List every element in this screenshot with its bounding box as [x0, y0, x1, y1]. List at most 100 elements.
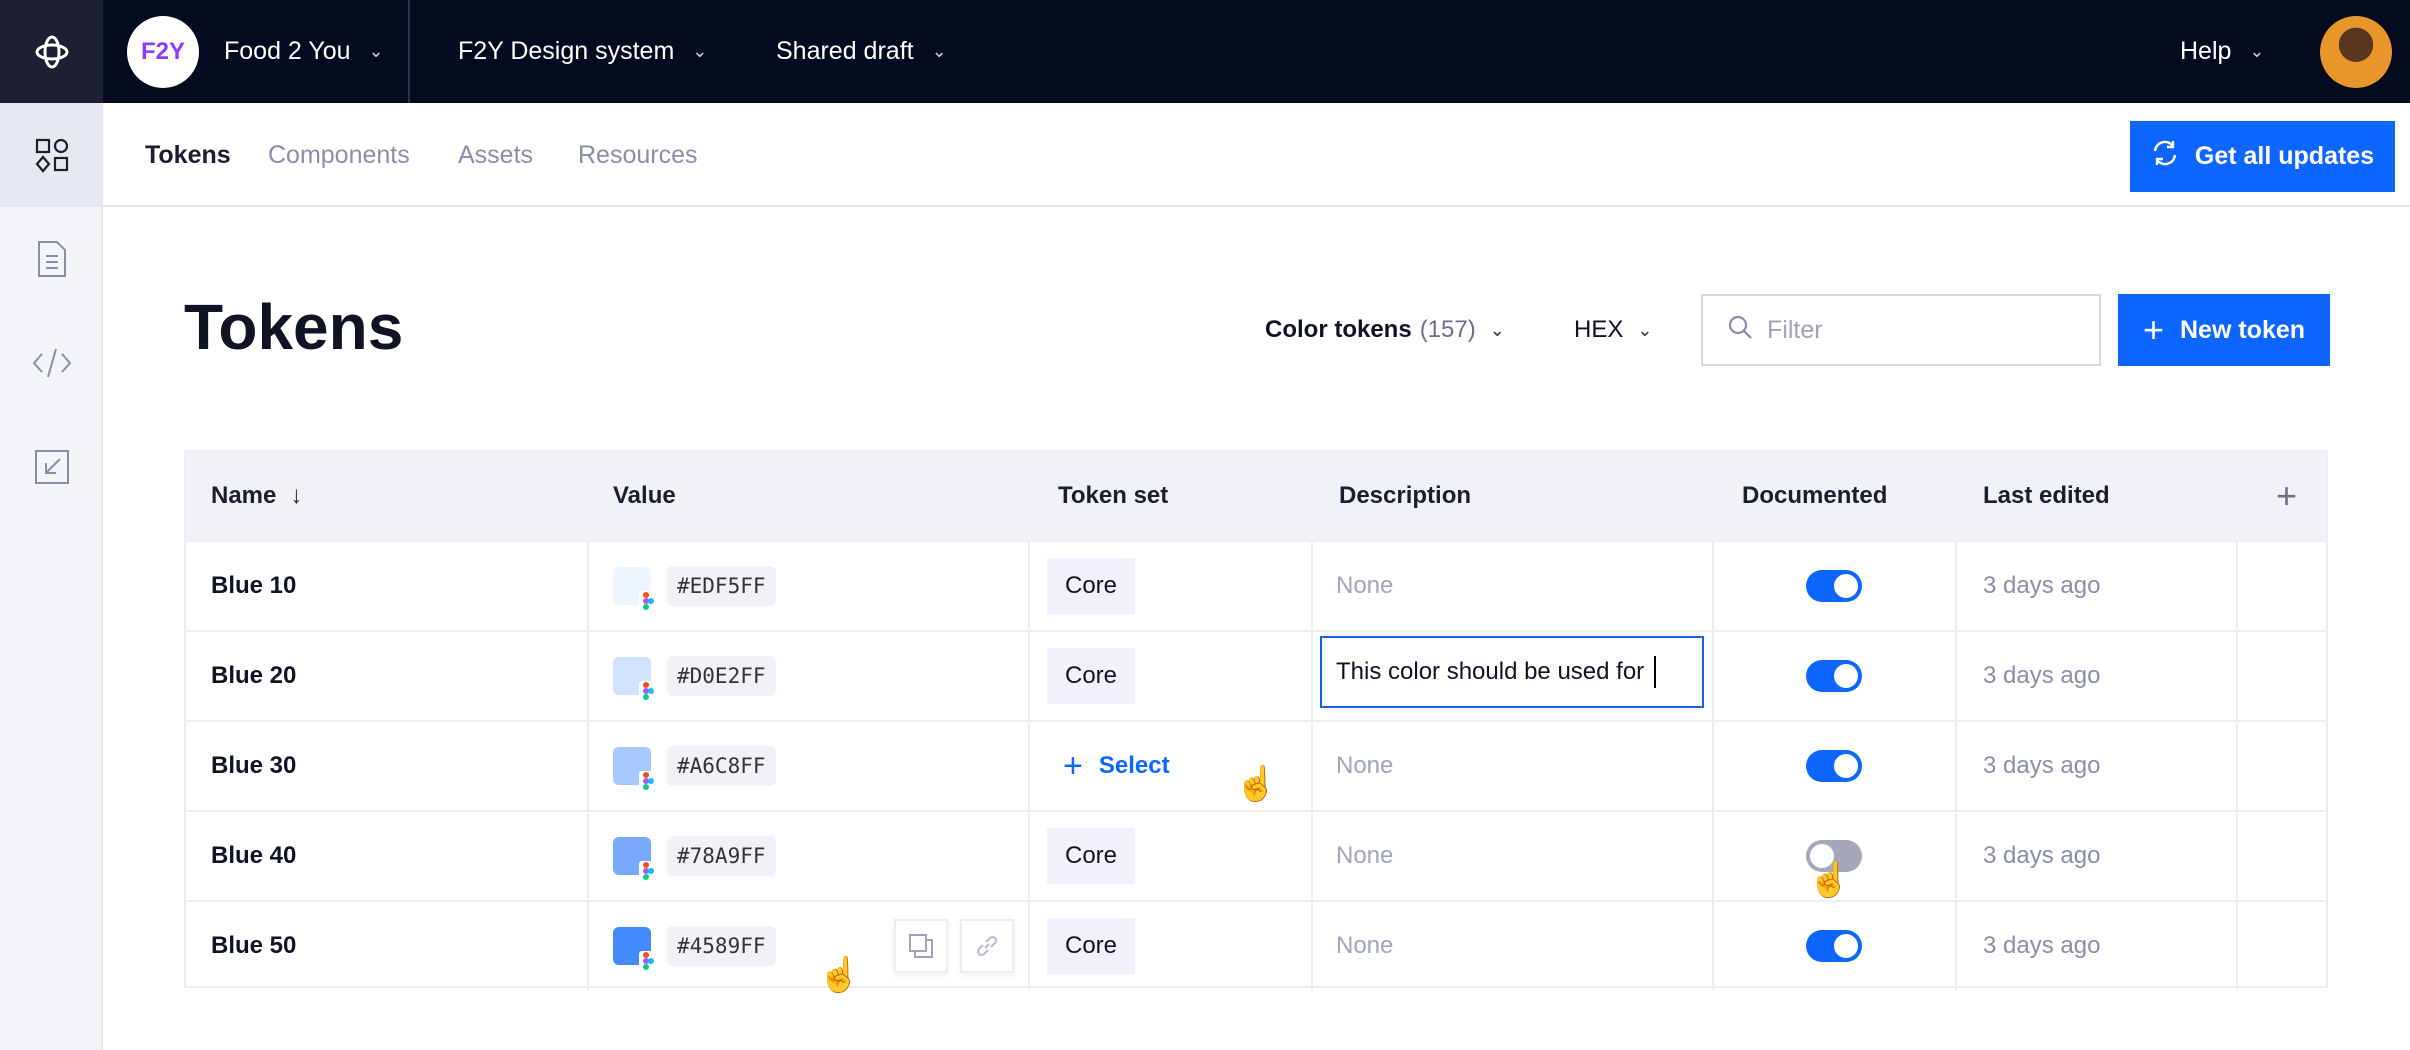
get-all-updates-label: Get all updates: [2194, 142, 2375, 170]
chevron-down-icon: ⌄: [1489, 319, 1505, 340]
token-type-label: Color tokens: [1265, 316, 1412, 343]
color-swatch: [613, 927, 654, 971]
token-name: Blue 30: [211, 752, 297, 779]
filter-input[interactable]: Filter: [1701, 294, 2101, 366]
refresh-icon: [2151, 139, 2179, 174]
add-column-plus-icon[interactable]: +: [2276, 452, 2297, 540]
figma-icon: [639, 681, 654, 701]
document-icon[interactable]: [0, 207, 103, 311]
tab-resources[interactable]: Resources: [578, 103, 698, 207]
top-bar: F2Y Food 2 You ⌄ F2Y Design system ⌄ Share…: [0, 0, 2410, 103]
hand-cursor-icon: ☝: [818, 956, 861, 994]
documented-toggle[interactable]: [1806, 750, 1862, 782]
chevron-down-icon: ⌄: [368, 41, 384, 61]
chevron-down-icon: ⌄: [1637, 319, 1653, 340]
token-set-chip[interactable]: Core: [1047, 828, 1136, 884]
token-name: Blue 20: [211, 662, 297, 689]
app-logo-icon[interactable]: [0, 0, 103, 103]
token-set-chip[interactable]: Core: [1047, 918, 1136, 974]
org-logo[interactable]: F2Y: [127, 16, 199, 88]
column-last-edited-header[interactable]: Last edited: [1983, 452, 2110, 540]
chevron-down-icon: ⌄: [2249, 41, 2265, 61]
figma-icon: [639, 591, 654, 611]
token-name: Blue 10: [211, 572, 297, 599]
description-text[interactable]: None: [1336, 542, 1393, 630]
tab-assets[interactable]: Assets: [458, 103, 533, 207]
hand-cursor-icon: ☝: [1235, 765, 1278, 803]
last-edited: 3 days ago: [1983, 572, 2101, 599]
hex-value[interactable]: #A6C8FF: [667, 746, 776, 786]
column-name-header[interactable]: Name ↓: [211, 452, 302, 540]
copy-icon[interactable]: [894, 919, 948, 973]
token-type-select[interactable]: Color tokens (157) ⌄: [1265, 294, 1505, 366]
token-set-chip[interactable]: Core: [1047, 648, 1136, 704]
new-token-button[interactable]: + New token: [2118, 294, 2330, 366]
text-caret: [1654, 656, 1657, 688]
project-switcher[interactable]: F2Y Design system ⌄: [458, 0, 707, 103]
last-edited: 3 days ago: [1983, 842, 2101, 869]
divider: [408, 0, 410, 103]
description-text[interactable]: None: [1336, 812, 1393, 900]
hex-value[interactable]: #D0E2FF: [667, 656, 776, 696]
column-label: Name: [211, 482, 277, 509]
left-rail: [0, 103, 103, 1050]
org-name: Food 2 You: [224, 37, 351, 65]
figma-icon: [639, 951, 654, 971]
link-icon[interactable]: [960, 919, 1014, 973]
color-swatch: [613, 567, 654, 611]
select-token-set-button[interactable]: + Select: [1063, 722, 1170, 810]
figma-icon: [639, 771, 654, 791]
help-menu[interactable]: Help ⌄: [2180, 0, 2265, 103]
description-input-value: This color should be used for: [1336, 658, 1645, 685]
token-name: Blue 50: [211, 932, 297, 959]
column-value-header[interactable]: Value: [613, 452, 676, 540]
org-switcher[interactable]: Food 2 You ⌄: [224, 0, 384, 103]
help-label: Help: [2180, 37, 2232, 65]
tab-tokens[interactable]: Tokens: [145, 103, 231, 207]
hex-value[interactable]: #4589FF: [667, 926, 776, 966]
branch-switcher[interactable]: Shared draft ⌄: [776, 0, 947, 103]
sub-navigation: Tokens Components Assets Resources Get a…: [103, 103, 2410, 207]
description-text[interactable]: None: [1336, 902, 1393, 990]
project-name: F2Y Design system: [458, 37, 675, 65]
table-row[interactable]: Blue 40 #78A9FF Core None 3 days ago: [186, 810, 2326, 900]
table-row[interactable]: Blue 20 #D0E2FF Core 3 days ago: [186, 630, 2326, 720]
color-swatch: [613, 837, 654, 881]
chevron-down-icon: ⌄: [931, 41, 947, 61]
last-edited: 3 days ago: [1983, 662, 2101, 689]
documented-toggle[interactable]: [1806, 570, 1862, 602]
code-icon[interactable]: [0, 311, 103, 415]
description-input[interactable]: This color should be used for: [1320, 636, 1704, 708]
documented-toggle[interactable]: [1806, 930, 1862, 962]
table-row[interactable]: Blue 10 #EDF5FF Core None 3 days ago: [186, 540, 2326, 630]
hex-value[interactable]: #78A9FF: [667, 836, 776, 876]
column-description-header[interactable]: Description: [1339, 452, 1471, 540]
column-documented-header[interactable]: Documented: [1742, 452, 1887, 540]
format-label: HEX: [1574, 316, 1624, 343]
description-text[interactable]: None: [1336, 722, 1393, 810]
import-icon[interactable]: [0, 415, 103, 519]
hand-cursor-icon: ☝: [1808, 861, 1851, 899]
token-set-chip[interactable]: Core: [1047, 558, 1136, 614]
tab-components[interactable]: Components: [268, 103, 410, 207]
select-label: Select: [1098, 752, 1170, 779]
search-icon: [1727, 314, 1753, 347]
color-swatch: [613, 657, 654, 701]
color-swatch: [613, 747, 654, 791]
table-row[interactable]: Blue 50 #4589FF Core None 3 days ago: [186, 900, 2326, 990]
sort-arrow-down-icon: ↓: [290, 482, 303, 509]
figma-icon: [639, 861, 654, 881]
column-token-set-header[interactable]: Token set: [1058, 452, 1168, 540]
branch-name: Shared draft: [776, 37, 914, 65]
components-icon[interactable]: [0, 103, 103, 207]
last-edited: 3 days ago: [1983, 752, 2101, 779]
format-select[interactable]: HEX ⌄: [1574, 294, 1652, 366]
last-edited: 3 days ago: [1983, 932, 2101, 959]
user-avatar[interactable]: [2320, 16, 2392, 88]
get-all-updates-button[interactable]: Get all updates: [2130, 121, 2395, 192]
table-header: Name ↓ Value Token set Description Docume…: [186, 452, 2326, 540]
plus-icon: +: [1063, 746, 1083, 785]
documented-toggle[interactable]: [1806, 660, 1862, 692]
hex-value[interactable]: #EDF5FF: [667, 566, 776, 606]
token-name: Blue 40: [211, 842, 297, 869]
